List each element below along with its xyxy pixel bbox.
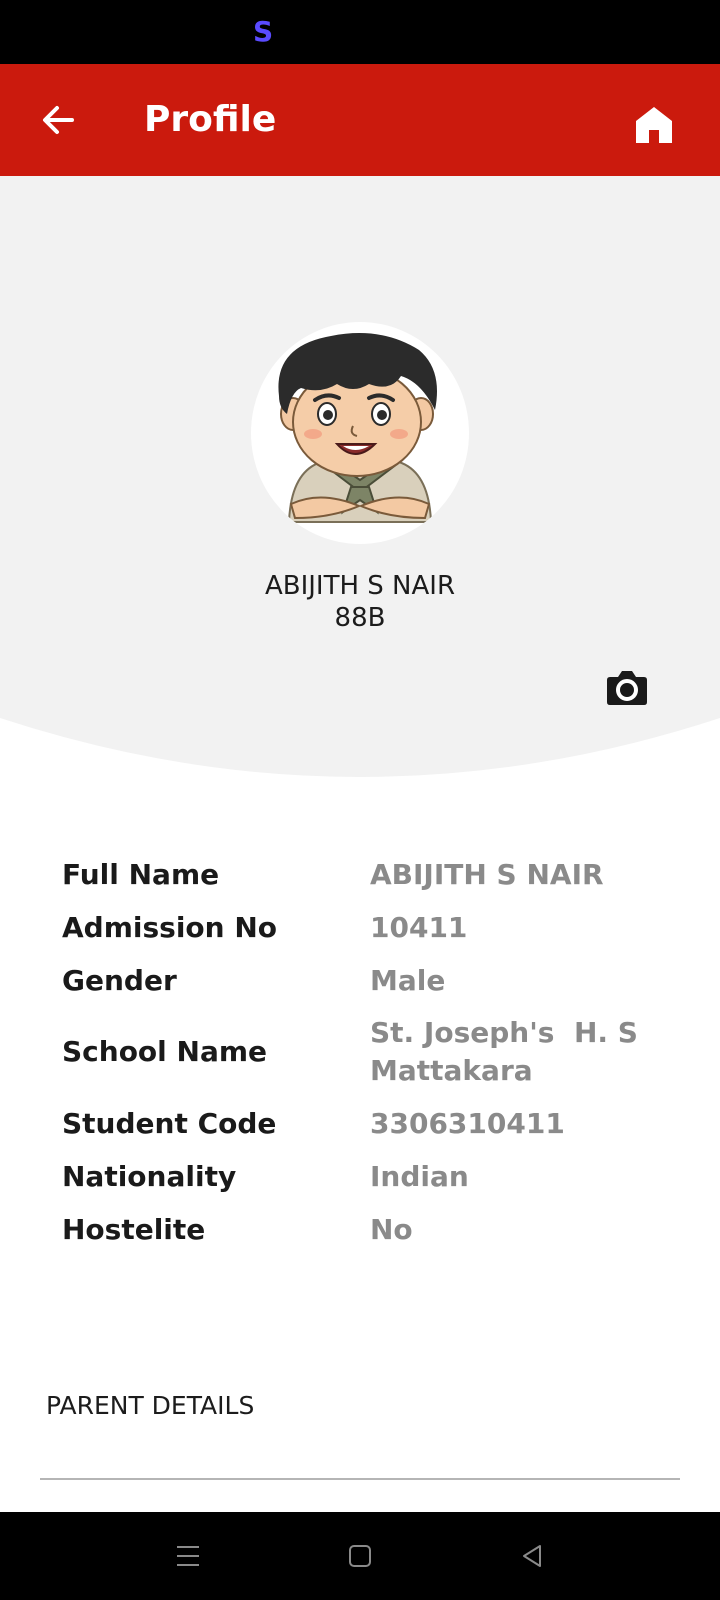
detail-value: Male — [370, 964, 446, 997]
detail-label: Hostelite — [62, 1213, 206, 1246]
detail-value: 10411 — [370, 911, 468, 944]
menu-icon — [177, 1546, 199, 1566]
student-class: 88B — [334, 603, 386, 633]
cartoon-boy-avatar — [278, 333, 437, 523]
back-button[interactable] — [26, 88, 90, 152]
home-button[interactable] — [622, 92, 686, 156]
back-nav-button[interactable] — [508, 1532, 556, 1580]
detail-value: St. Joseph's H. S Mattakara — [370, 1016, 638, 1087]
detail-label: Gender — [62, 964, 177, 997]
detail-label: Student Code — [62, 1107, 277, 1140]
page-title: Profile — [144, 99, 277, 140]
home-icon — [636, 107, 672, 143]
detail-label: Nationality — [62, 1160, 237, 1193]
detail-value: No — [370, 1213, 413, 1246]
menu-button[interactable] — [164, 1532, 212, 1580]
detail-value: ABIJITH S NAIR — [370, 858, 604, 891]
detail-label: Admission No — [62, 911, 278, 944]
triangle-back-icon — [523, 1545, 541, 1567]
status-indicator: S — [253, 15, 274, 48]
detail-label: Full Name — [62, 858, 220, 891]
camera-icon — [607, 671, 647, 705]
arrow-left-icon — [43, 106, 74, 134]
system-nav-bar — [0, 1512, 720, 1600]
detail-value: 3306310411 — [370, 1107, 565, 1140]
app-bar: Profile — [0, 64, 720, 176]
detail-label: School Name — [62, 1035, 268, 1068]
camera-button[interactable] — [606, 668, 658, 714]
home-nav-button[interactable] — [336, 1532, 384, 1580]
status-bar: S — [0, 0, 720, 64]
divider — [40, 1478, 680, 1480]
square-home-icon — [349, 1545, 371, 1567]
student-name: ABIJITH S NAIR — [264, 571, 456, 601]
detail-value: Indian — [370, 1160, 469, 1193]
parent-details-heading: PARENT DETAILS — [46, 1391, 255, 1420]
avatar[interactable] — [251, 322, 469, 544]
